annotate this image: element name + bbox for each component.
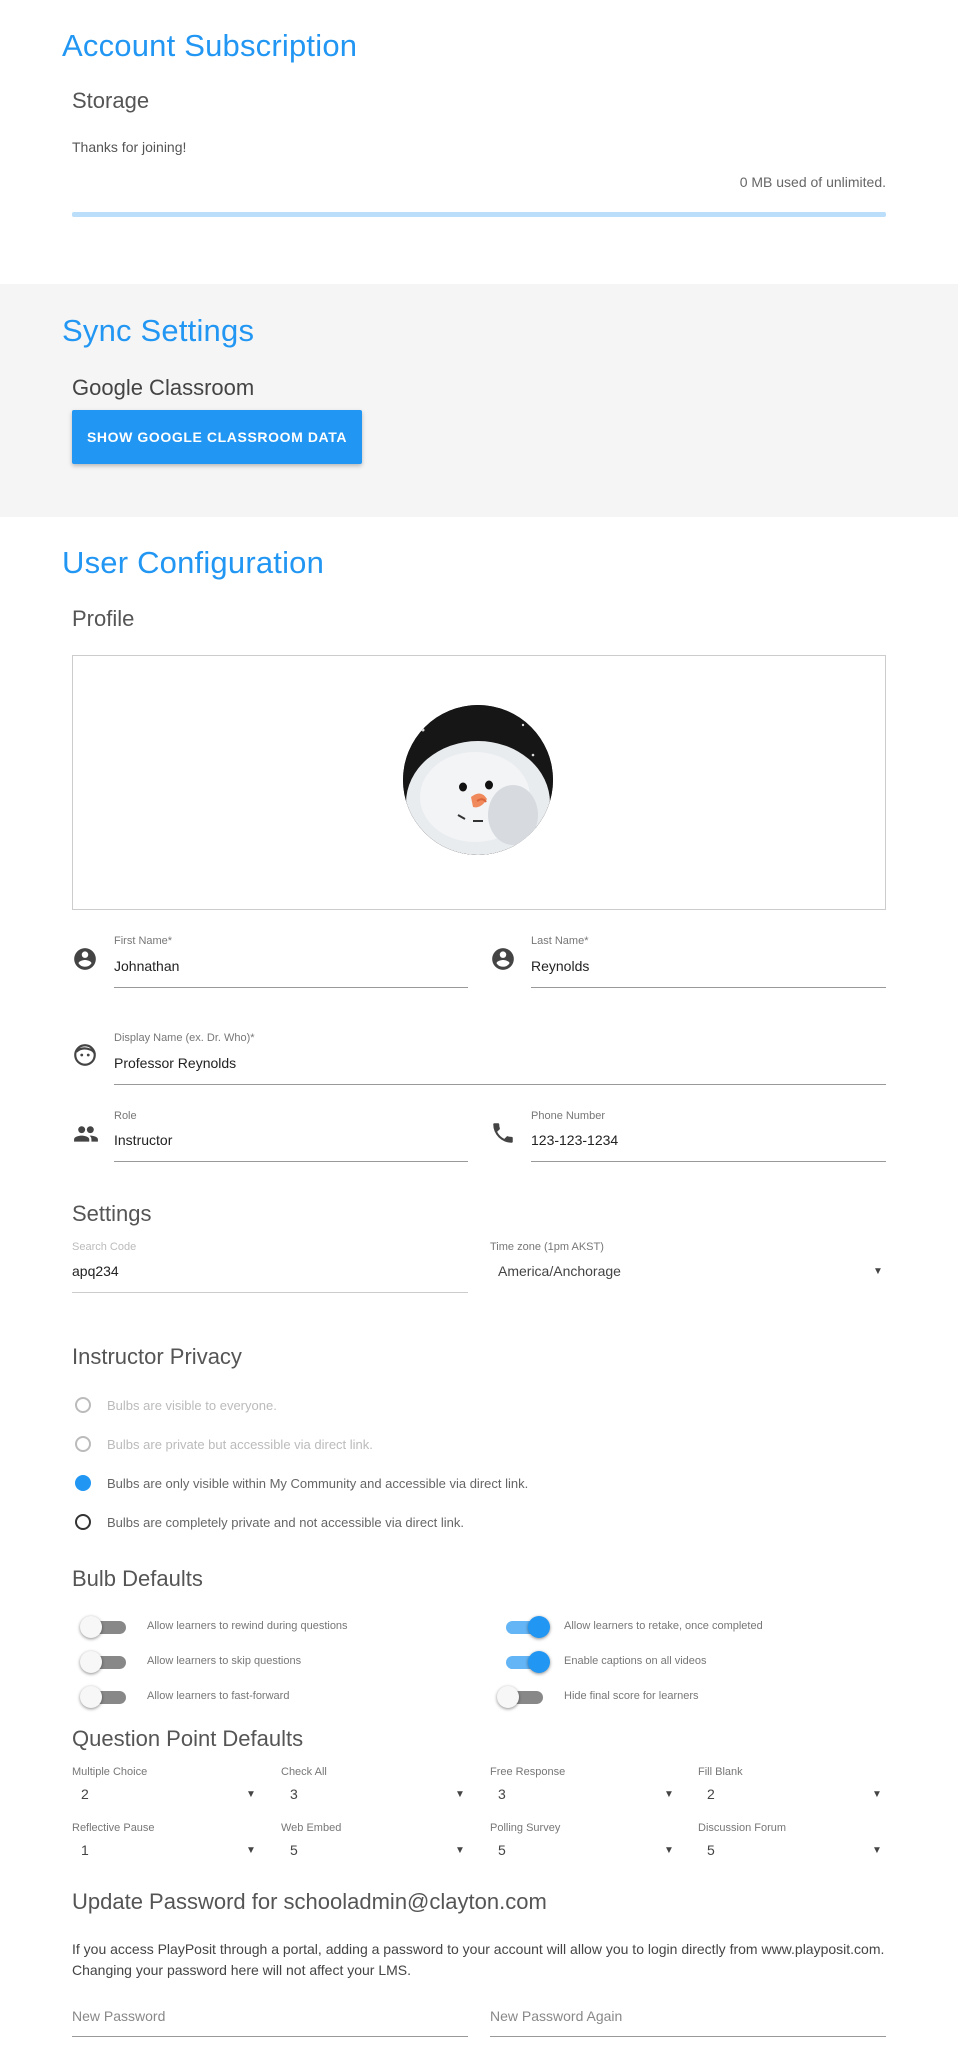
chevron-down-icon[interactable]: ▼ <box>455 1789 465 1800</box>
discussion-forum-select[interactable]: 5 <box>707 1842 715 1858</box>
privacy-radio-direct-link[interactable] <box>75 1436 91 1452</box>
chevron-down-icon[interactable]: ▼ <box>455 1845 465 1856</box>
reflective-pause-label: Reflective Pause <box>72 1822 155 1834</box>
role-input[interactable]: Instructor <box>114 1132 172 1148</box>
instructor-privacy-heading: Instructor Privacy <box>72 1344 242 1369</box>
hide-score-toggle[interactable] <box>497 1684 545 1710</box>
fill-blank-label: Fill Blank <box>698 1766 743 1778</box>
chevron-down-icon[interactable]: ▼ <box>664 1789 674 1800</box>
discussion-forum-label: Discussion Forum <box>698 1822 787 1834</box>
fast-forward-toggle-label: Allow learners to fast-forward <box>147 1690 290 1702</box>
free-response-select[interactable]: 3 <box>498 1786 506 1802</box>
storage-usage-text: 0 MB used of unlimited. <box>739 174 886 190</box>
first-name-underline <box>114 987 468 988</box>
web-embed-select[interactable]: 5 <box>290 1842 298 1858</box>
profile-heading: Profile <box>72 606 135 631</box>
search-code-label: Search Code <box>72 1241 137 1253</box>
captions-toggle-label: Enable captions on all videos <box>564 1655 707 1667</box>
settings-heading: Settings <box>72 1201 152 1226</box>
new-password-underline <box>72 2036 468 2037</box>
web-embed-label: Web Embed <box>281 1822 342 1834</box>
google-classroom-heading: Google Classroom <box>72 375 255 400</box>
chevron-down-icon[interactable]: ▼ <box>246 1845 256 1856</box>
free-response-label: Free Response <box>490 1766 566 1778</box>
password-info-line1: If you access PlayPosit through a portal… <box>72 1941 885 1957</box>
chevron-down-icon[interactable]: ▼ <box>872 1789 882 1800</box>
privacy-option-label: Bulbs are only visible within My Communi… <box>107 1476 529 1491</box>
privacy-radio-everyone[interactable] <box>75 1397 91 1413</box>
account-circle-icon <box>490 946 516 972</box>
people-icon <box>72 1121 98 1147</box>
bulb-defaults-heading: Bulb Defaults <box>72 1566 203 1591</box>
multiple-choice-label: Multiple Choice <box>72 1766 148 1778</box>
avatar[interactable] <box>403 705 553 855</box>
first-name-label: First Name* <box>114 935 173 947</box>
chevron-down-icon[interactable]: ▼ <box>873 1266 883 1277</box>
retake-toggle[interactable] <box>502 1614 550 1640</box>
storage-progress-bar <box>72 212 886 217</box>
new-password-again-input[interactable]: New Password Again <box>490 2008 622 2024</box>
snowman-avatar-image <box>403 705 553 855</box>
fast-forward-toggle[interactable] <box>80 1684 128 1710</box>
last-name-input[interactable]: Reynolds <box>531 958 589 974</box>
polling-survey-select[interactable]: 5 <box>498 1842 506 1858</box>
privacy-radio-private[interactable] <box>75 1514 91 1530</box>
last-name-label: Last Name* <box>531 935 589 947</box>
face-icon <box>72 1042 98 1068</box>
privacy-option-label: Bulbs are private but accessible via dir… <box>107 1437 373 1452</box>
rewind-toggle-label: Allow learners to rewind during question… <box>147 1620 348 1632</box>
first-name-input[interactable]: Johnathan <box>114 958 179 974</box>
check-all-select[interactable]: 3 <box>290 1786 298 1802</box>
timezone-label: Time zone (1pm AKST) <box>490 1241 604 1253</box>
new-password-input[interactable]: New Password <box>72 2008 165 2024</box>
captions-toggle[interactable] <box>502 1649 550 1675</box>
chevron-down-icon[interactable]: ▼ <box>664 1845 674 1856</box>
account-subscription-title: Account Subscription <box>62 28 358 63</box>
show-google-classroom-button[interactable]: SHOW GOOGLE CLASSROOM DATA <box>72 410 362 464</box>
search-code-input[interactable]: apq234 <box>72 1263 119 1279</box>
multiple-choice-select[interactable]: 2 <box>81 1786 89 1802</box>
role-label: Role <box>114 1110 137 1122</box>
role-underline <box>114 1161 468 1162</box>
chevron-down-icon[interactable]: ▼ <box>872 1845 882 1856</box>
check-all-label: Check All <box>281 1766 327 1778</box>
reflective-pause-select[interactable]: 1 <box>81 1842 89 1858</box>
thanks-text: Thanks for joining! <box>72 139 187 155</box>
last-name-underline <box>531 987 886 988</box>
privacy-option-label: Bulbs are visible to everyone. <box>107 1398 277 1413</box>
password-info-line2: Changing your password here will not aff… <box>72 1962 412 1978</box>
skip-questions-toggle-label: Allow learners to skip questions <box>147 1655 302 1667</box>
skip-questions-toggle[interactable] <box>80 1649 128 1675</box>
rewind-toggle[interactable] <box>80 1614 128 1640</box>
polling-survey-label: Polling Survey <box>490 1822 561 1834</box>
question-point-defaults-heading: Question Point Defaults <box>72 1726 304 1751</box>
phone-icon <box>490 1120 516 1146</box>
storage-heading: Storage <box>72 88 150 113</box>
fill-blank-select[interactable]: 2 <box>707 1786 715 1802</box>
sync-settings-title: Sync Settings <box>62 313 255 348</box>
retake-toggle-label: Allow learners to retake, once completed <box>564 1620 763 1632</box>
timezone-select[interactable]: America/Anchorage <box>498 1263 621 1279</box>
new-password-again-underline <box>490 2036 886 2037</box>
search-code-underline <box>72 1292 468 1293</box>
privacy-option-label: Bulbs are completely private and not acc… <box>107 1515 464 1530</box>
hide-score-toggle-label: Hide final score for learners <box>564 1690 699 1702</box>
privacy-radio-community[interactable] <box>75 1475 91 1491</box>
phone-underline <box>531 1161 886 1162</box>
update-password-heading: Update Password for schooladmin@clayton.… <box>72 1889 547 1914</box>
phone-label: Phone Number <box>531 1110 605 1122</box>
chevron-down-icon[interactable]: ▼ <box>246 1789 256 1800</box>
phone-input[interactable]: 123-123-1234 <box>531 1132 618 1148</box>
password-info-text: If you access PlayPosit through a portal… <box>72 1939 902 1981</box>
display-name-label: Display Name (ex. Dr. Who)* <box>114 1032 255 1044</box>
display-name-input[interactable]: Professor Reynolds <box>114 1055 236 1071</box>
account-circle-icon <box>72 946 98 972</box>
user-configuration-title: User Configuration <box>62 545 325 580</box>
display-name-underline <box>114 1084 886 1085</box>
